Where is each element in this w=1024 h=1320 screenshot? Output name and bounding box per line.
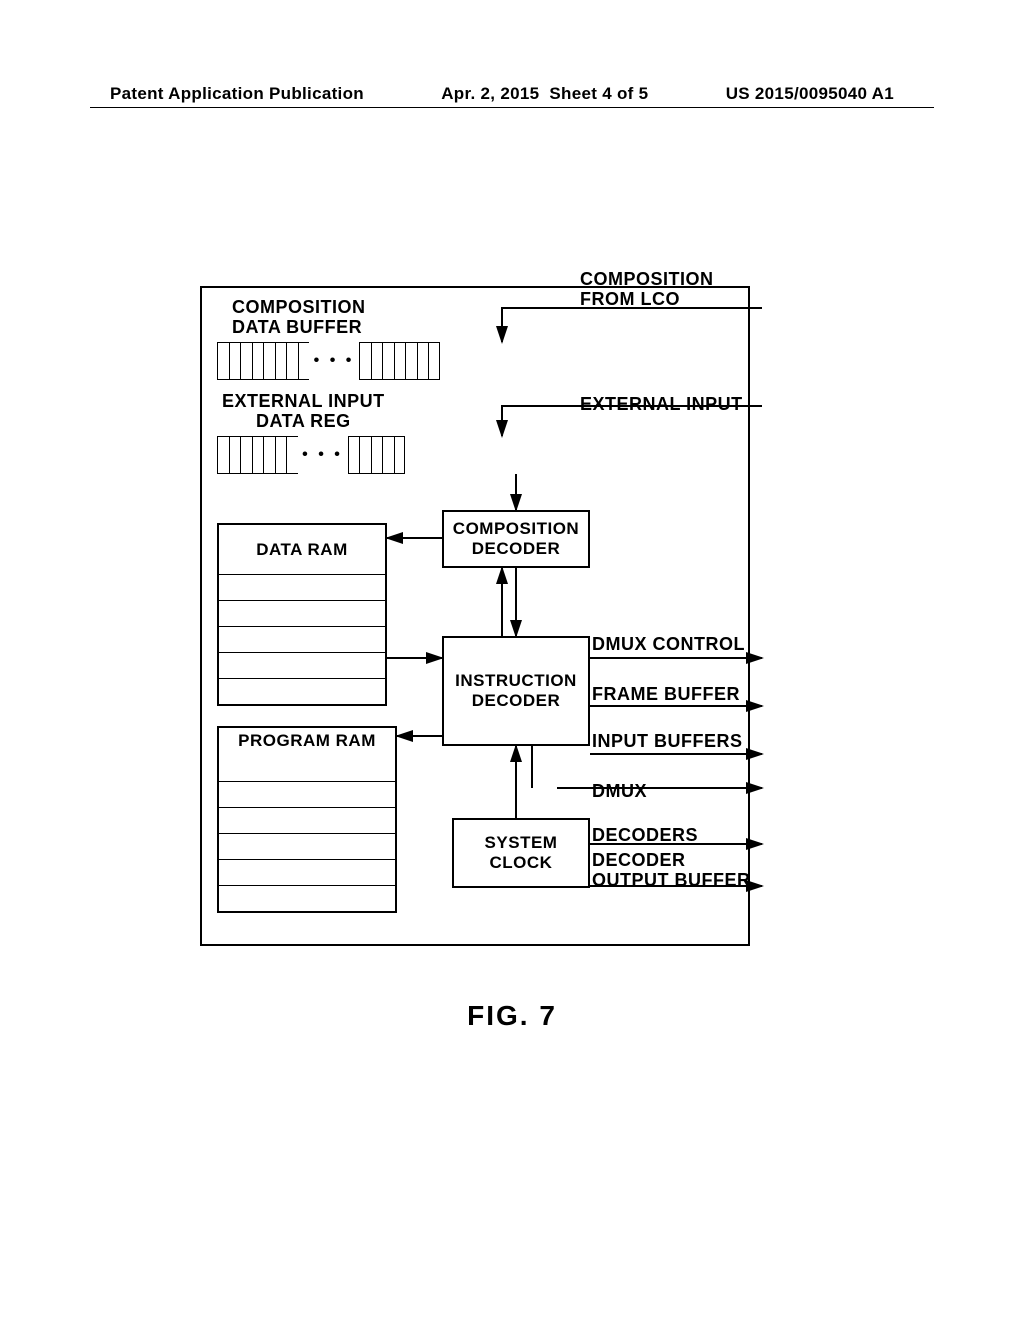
label-composition-data-buffer: COMPOSITION DATA BUFFER (232, 298, 366, 338)
label-decoders: DECODERS (592, 826, 698, 846)
page-header: Patent Application Publication Apr. 2, 2… (110, 84, 894, 104)
data-ram: DATA RAM (217, 523, 387, 706)
system-frame: COMPOSITION DATA BUFFER • • • EXTERNAL I… (200, 286, 750, 946)
header-rule (90, 107, 934, 108)
composition-decoder: COMPOSITION DECODER (442, 510, 590, 568)
external-input-data-reg: • • • (217, 436, 405, 474)
composition-data-buffer: • • • (217, 342, 440, 380)
label-decoder-output-buffer: DECODER OUTPUT BUFFER (592, 851, 751, 891)
system-clock: SYSTEM CLOCK (452, 818, 590, 888)
header-center: Apr. 2, 2015 Sheet 4 of 5 (441, 84, 648, 104)
header-left: Patent Application Publication (110, 84, 364, 104)
label-frame-buffer: FRAME BUFFER (592, 685, 740, 705)
label-input-buffers: INPUT BUFFERS (592, 732, 743, 752)
instruction-decoder: INSTRUCTION DECODER (442, 636, 590, 746)
figure-caption: FIG. 7 (0, 1000, 1024, 1032)
header-right: US 2015/0095040 A1 (726, 84, 894, 104)
program-ram: PROGRAM RAM (217, 726, 397, 913)
label-dmux-control: DMUX CONTROL (592, 635, 745, 655)
label-dmux: DMUX (592, 782, 647, 802)
label-external-input-data-reg: EXTERNAL INPUT DATA REG (222, 392, 385, 432)
